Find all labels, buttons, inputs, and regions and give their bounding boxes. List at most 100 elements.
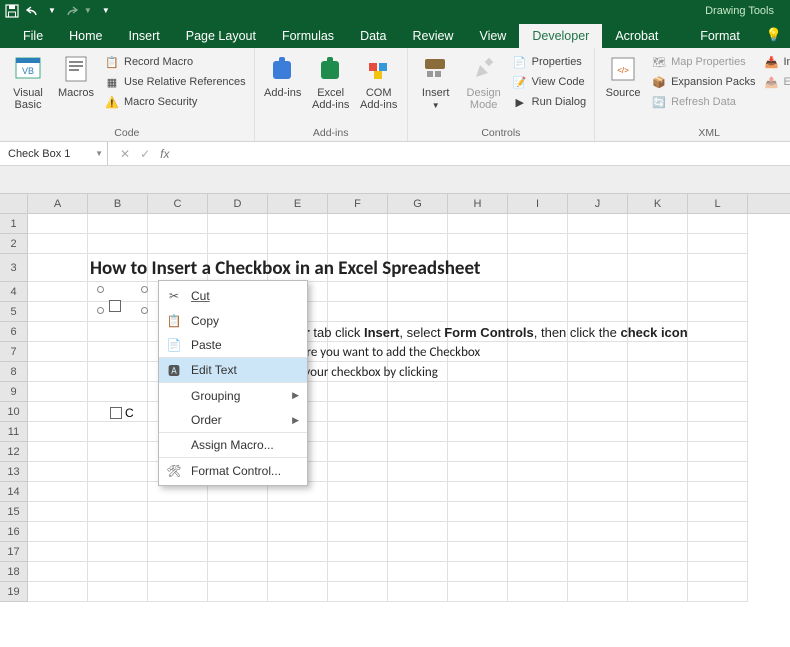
context-menu-format-control[interactable]: 🛠 Format Control... — [159, 458, 307, 483]
row-header[interactable]: 6 — [0, 322, 27, 342]
row-header[interactable]: 7 — [0, 342, 27, 362]
ribbon-group-controls: Insert▼ Design Mode 📄Properties 📝View Co… — [408, 48, 595, 141]
macro-security-button[interactable]: ⚠️Macro Security — [102, 93, 248, 111]
col-header[interactable]: H — [448, 194, 508, 213]
cells-area[interactable]: How to Insert a Checkbox in an Excel Spr… — [28, 214, 790, 602]
context-menu-edit-text[interactable]: 🅰 Edit Text — [159, 358, 307, 383]
col-header[interactable]: D — [208, 194, 268, 213]
refresh-data-button[interactable]: 🔄Refresh Data — [649, 93, 757, 111]
tab-review[interactable]: Review — [399, 24, 466, 48]
checkbox-icon — [110, 407, 122, 419]
expansion-packs-button[interactable]: 📦Expansion Packs — [649, 73, 757, 91]
row-header[interactable]: 2 — [0, 234, 27, 254]
chevron-right-icon: ▶ — [292, 390, 299, 401]
excel-addins-icon — [315, 53, 347, 85]
col-header[interactable]: E — [268, 194, 328, 213]
enter-icon[interactable]: ✓ — [140, 147, 150, 161]
row-header[interactable]: 14 — [0, 482, 27, 502]
row-header[interactable]: 16 — [0, 522, 27, 542]
properties-icon: 📄 — [512, 54, 528, 70]
tell-me-icon[interactable]: 💡 — [758, 22, 790, 48]
tab-home[interactable]: Home — [56, 24, 115, 48]
visual-basic-button[interactable]: VB Visual Basic — [6, 51, 50, 111]
formula-bar-input[interactable] — [0, 166, 790, 194]
row-header[interactable]: 18 — [0, 562, 27, 582]
xml-source-button[interactable]: </> Source — [601, 51, 645, 99]
col-header[interactable]: K — [628, 194, 688, 213]
qat-customize-icon[interactable]: ▼ — [102, 6, 110, 15]
col-header[interactable]: F — [328, 194, 388, 213]
select-all-corner[interactable] — [0, 194, 28, 213]
context-menu-copy[interactable]: 📋 Copy — [159, 308, 307, 333]
chevron-right-icon: ▶ — [292, 415, 299, 426]
save-icon[interactable] — [4, 3, 20, 19]
macros-icon — [60, 53, 92, 85]
import-button[interactable]: 📥Import — [761, 53, 790, 71]
col-header[interactable]: G — [388, 194, 448, 213]
row-header[interactable]: 5 — [0, 302, 27, 322]
addins-icon — [267, 53, 299, 85]
map-properties-button[interactable]: 🗺Map Properties — [649, 53, 757, 71]
tab-view[interactable]: View — [466, 24, 519, 48]
tab-file[interactable]: File — [10, 24, 56, 48]
chevron-down-icon[interactable]: ▼ — [95, 149, 103, 158]
redo-icon[interactable] — [62, 3, 78, 19]
col-header[interactable]: B — [88, 194, 148, 213]
run-dialog-button[interactable]: ▶Run Dialog — [510, 93, 588, 111]
context-menu-grouping[interactable]: Grouping ▶ — [159, 383, 307, 408]
context-menu-cut[interactable]: ✂ Cut — [159, 283, 307, 308]
properties-button[interactable]: 📄Properties — [510, 53, 588, 71]
row-header[interactable]: 10 — [0, 402, 27, 422]
sheet-heading: How to Insert a Checkbox in an Excel Spr… — [90, 257, 480, 280]
cancel-icon[interactable]: ✕ — [120, 147, 130, 161]
use-relative-button[interactable]: ▦Use Relative References — [102, 73, 248, 91]
col-header[interactable]: J — [568, 194, 628, 213]
col-header[interactable]: L — [688, 194, 748, 213]
undo-dropdown-icon[interactable]: ▼ — [48, 6, 56, 15]
excel-addins-button[interactable]: Excel Add-ins — [309, 51, 353, 111]
macros-button[interactable]: Macros — [54, 51, 98, 99]
row-header[interactable]: 13 — [0, 462, 27, 482]
undo-icon[interactable] — [26, 3, 42, 19]
tab-data[interactable]: Data — [347, 24, 399, 48]
tab-formulas[interactable]: Formulas — [269, 24, 347, 48]
row-header[interactable]: 17 — [0, 542, 27, 562]
export-button[interactable]: 📤Export — [761, 73, 790, 91]
redo-dropdown-icon[interactable]: ▼ — [84, 6, 92, 15]
fx-icon[interactable]: fx — [160, 147, 169, 161]
controls-insert-button[interactable]: Insert▼ — [414, 51, 458, 112]
contextual-tab-title: Drawing Tools — [693, 5, 786, 17]
form-checkbox[interactable]: C — [110, 406, 134, 420]
tab-page-layout[interactable]: Page Layout — [173, 24, 269, 48]
col-header[interactable]: C — [148, 194, 208, 213]
map-properties-icon: 🗺 — [651, 54, 667, 70]
tab-developer[interactable]: Developer — [519, 24, 602, 48]
context-menu-order[interactable]: Order ▶ — [159, 408, 307, 433]
refresh-icon: 🔄 — [651, 94, 667, 110]
name-box[interactable]: Check Box 1 ▼ — [0, 142, 108, 165]
view-code-button[interactable]: 📝View Code — [510, 73, 588, 91]
row-header[interactable]: 8 — [0, 362, 27, 382]
row-header[interactable]: 4 — [0, 282, 27, 302]
row-header[interactable]: 19 — [0, 582, 27, 602]
addins-button[interactable]: Add-ins — [261, 51, 305, 99]
svg-text:VB: VB — [22, 66, 34, 76]
context-menu-assign-macro[interactable]: Assign Macro... — [159, 433, 307, 458]
context-menu-paste[interactable]: 📄 Paste — [159, 333, 307, 358]
tab-acrobat[interactable]: Acrobat — [602, 24, 671, 48]
col-header[interactable]: I — [508, 194, 568, 213]
row-header[interactable]: 15 — [0, 502, 27, 522]
com-addins-button[interactable]: COM Add-ins — [357, 51, 401, 111]
record-macro-button[interactable]: 📋Record Macro — [102, 53, 248, 71]
col-header[interactable]: A — [28, 194, 88, 213]
tab-insert[interactable]: Insert — [116, 24, 173, 48]
tab-format[interactable]: Format — [687, 24, 758, 48]
row-header[interactable]: 9 — [0, 382, 27, 402]
row-header[interactable]: 11 — [0, 422, 27, 442]
row-header[interactable]: 1 — [0, 214, 27, 234]
svg-text:</>: </> — [617, 66, 629, 75]
ribbon-group-xml: </> Source 🗺Map Properties 📦Expansion Pa… — [595, 48, 790, 141]
row-header[interactable]: 12 — [0, 442, 27, 462]
row-header[interactable]: 3 — [0, 254, 27, 282]
design-mode-button[interactable]: Design Mode — [462, 51, 506, 111]
